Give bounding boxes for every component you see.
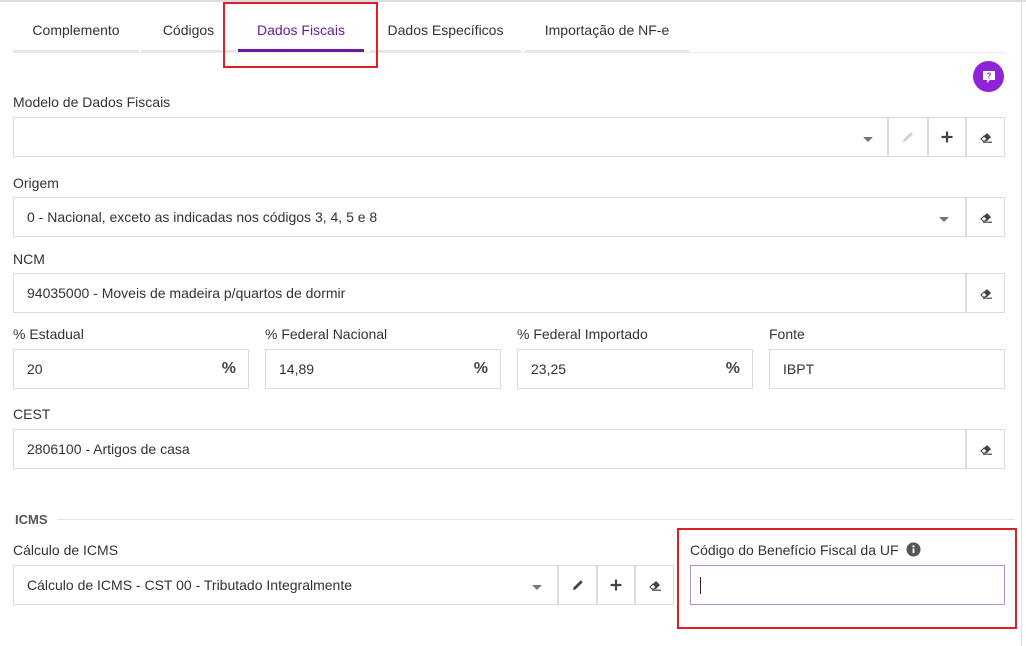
percent-icon: % <box>725 360 740 377</box>
fonte-input[interactable]: IBPT <box>769 349 1005 389</box>
estadual-label: % Estadual <box>13 326 84 342</box>
clear-origem-button[interactable] <box>966 197 1005 237</box>
ncm-input[interactable]: 94035000 - Moveis de madeira p/quartos d… <box>13 273 966 313</box>
tab-importacao-nfe[interactable]: Importação de NF-e <box>525 8 689 52</box>
origem-value: 0 - Nacional, exceto as indicadas nos có… <box>27 209 378 225</box>
tabs-divider <box>13 52 1005 53</box>
modelo-label: Modelo de Dados Fiscais <box>13 94 171 110</box>
eraser-icon <box>979 445 992 455</box>
calculo-icms-value: Cálculo de ICMS - CST 00 - Tributado Int… <box>27 577 353 593</box>
help-icon: ? <box>982 70 995 83</box>
right-border <box>1021 0 1022 646</box>
eraser-icon <box>648 581 661 591</box>
cest-value: 2806100 - Artigos de casa <box>27 441 190 457</box>
tab-label: Complemento <box>32 22 120 38</box>
federal-importado-input[interactable]: 23,25 % <box>517 349 753 389</box>
percent-icon: % <box>473 360 488 377</box>
federal-importado-label: % Federal Importado <box>517 326 648 342</box>
eraser-icon <box>979 289 992 299</box>
svg-text:?: ? <box>986 71 991 80</box>
federal-nacional-input[interactable]: 14,89 % <box>265 349 501 389</box>
percent-icon: % <box>221 360 236 377</box>
federal-nacional-label: % Federal Nacional <box>265 326 388 342</box>
modelo-select[interactable] <box>13 117 888 157</box>
cest-input[interactable]: 2806100 - Artigos de casa <box>13 429 966 469</box>
add-modelo-button[interactable] <box>928 117 966 157</box>
calculo-icms-label: Cálculo de ICMS <box>13 542 119 558</box>
tab-label: Importação de NF-e <box>544 22 670 38</box>
beneficio-fiscal-label-text: Código do Benefício Fiscal da UF <box>690 542 899 558</box>
tab-dados-especificos[interactable]: Dados Específicos <box>370 8 521 52</box>
fonte-label: Fonte <box>769 326 805 342</box>
tab-label: Códigos <box>162 22 215 38</box>
tab-dados-fiscais[interactable]: Dados Fiscais <box>238 8 364 52</box>
section-divider <box>57 519 1015 520</box>
info-icon[interactable] <box>906 542 921 557</box>
clear-calculo-button[interactable] <box>635 565 674 605</box>
tab-label: Dados Fiscais <box>257 22 345 38</box>
tab-label: Dados Específicos <box>387 22 504 38</box>
origem-label: Origem <box>13 175 59 191</box>
federal-importado-value: 23,25 <box>531 361 567 377</box>
edit-modelo-button[interactable] <box>888 117 928 157</box>
clear-ncm-button[interactable] <box>966 273 1005 313</box>
eraser-icon <box>979 133 992 143</box>
add-calculo-button[interactable] <box>597 565 635 605</box>
calculo-icms-select[interactable]: Cálculo de ICMS - CST 00 - Tributado Int… <box>13 565 558 605</box>
clear-modelo-button[interactable] <box>966 117 1005 157</box>
help-button[interactable]: ? <box>973 61 1004 92</box>
plus-icon <box>610 579 622 591</box>
plus-icon <box>941 131 953 143</box>
pencil-icon <box>903 132 913 142</box>
origem-select[interactable]: 0 - Nacional, exceto as indicadas nos có… <box>13 197 966 237</box>
fonte-value: IBPT <box>783 361 815 377</box>
text-cursor <box>700 577 701 594</box>
ncm-value: 94035000 - Moveis de madeira p/quartos d… <box>27 285 346 301</box>
beneficio-fiscal-input[interactable] <box>690 565 1005 605</box>
eraser-icon <box>979 213 992 223</box>
cest-label: CEST <box>13 406 51 422</box>
estadual-value: 20 <box>27 361 43 377</box>
chevron-down-icon <box>532 585 542 590</box>
chevron-down-icon <box>863 137 873 142</box>
top-border <box>0 0 1026 2</box>
tab-codigos[interactable]: Códigos <box>141 8 236 52</box>
federal-nacional-value: 14,89 <box>279 361 315 377</box>
pencil-icon <box>572 580 583 590</box>
tab-complemento[interactable]: Complemento <box>13 8 139 52</box>
beneficio-fiscal-label: Código do Benefício Fiscal da UF <box>690 542 921 558</box>
edit-calculo-button[interactable] <box>558 565 597 605</box>
clear-cest-button[interactable] <box>966 429 1005 469</box>
ncm-label: NCM <box>13 251 45 267</box>
estadual-input[interactable]: 20 % <box>13 349 249 389</box>
chevron-down-icon <box>939 217 949 222</box>
icms-section-title: ICMS <box>15 512 48 527</box>
